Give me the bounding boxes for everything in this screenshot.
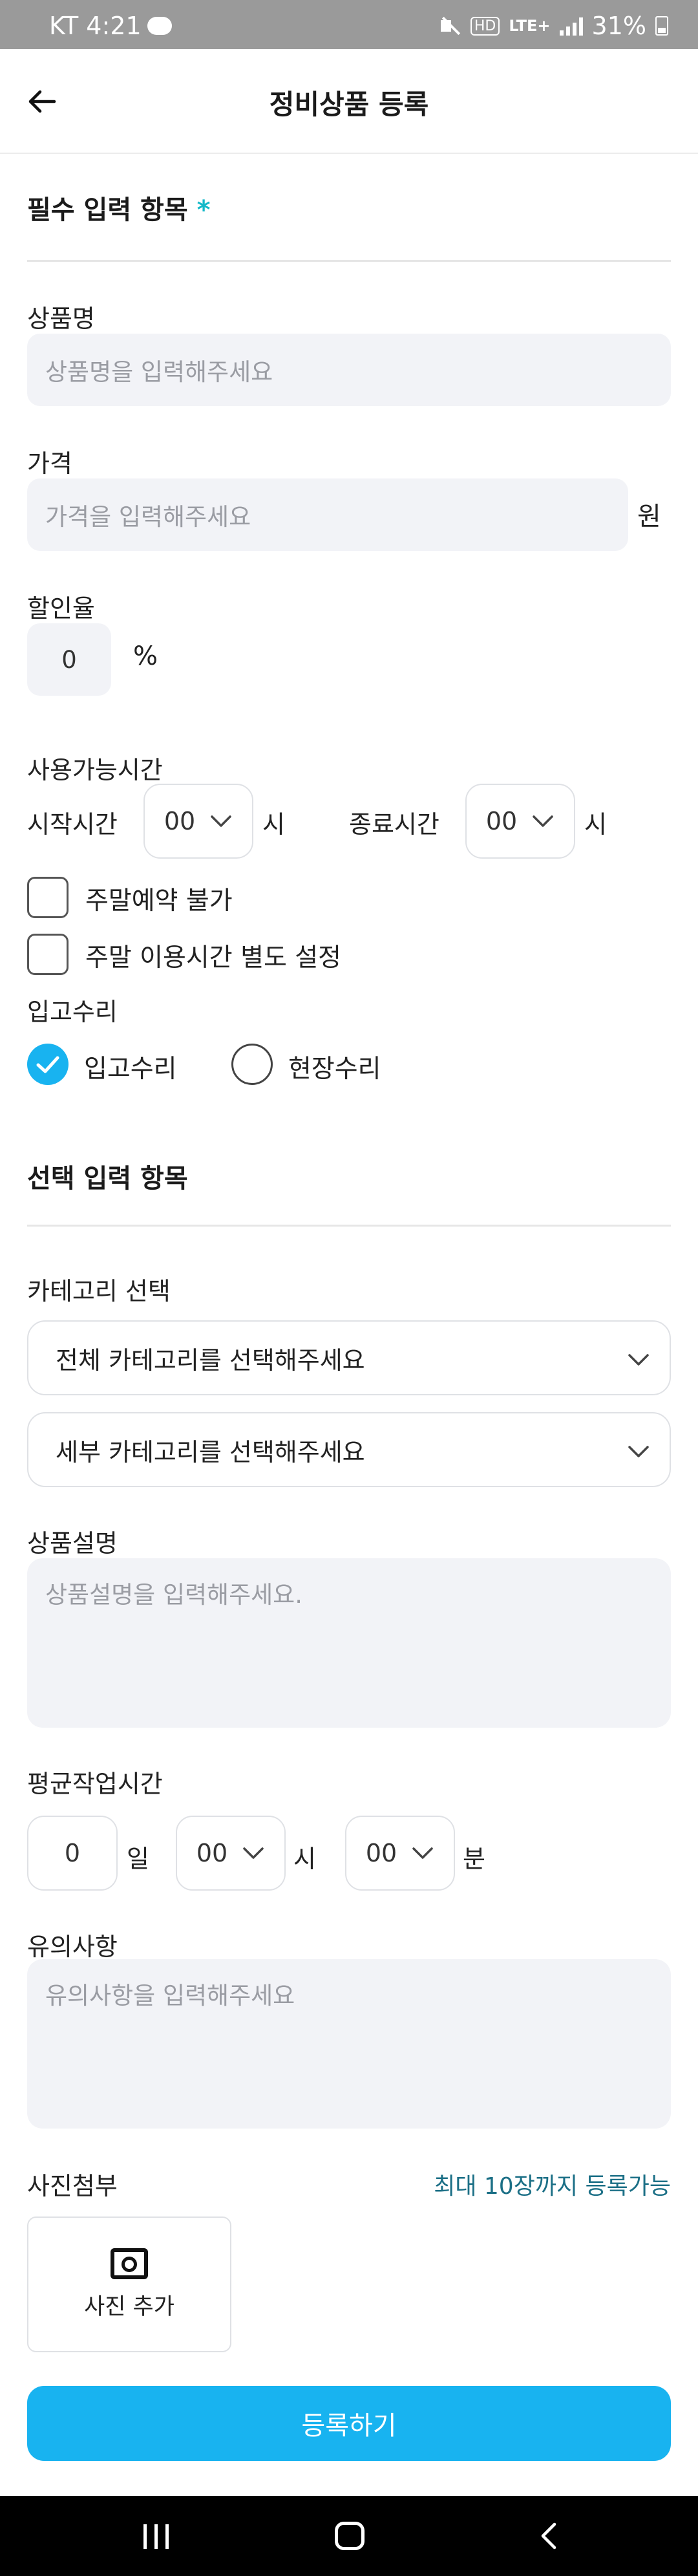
status-carrier-time: KT 4:21 (49, 12, 142, 40)
end-time-select[interactable]: 00 (465, 784, 575, 859)
start-time-unit: 시 (262, 810, 285, 839)
work-hours-select[interactable]: 00 (176, 1816, 286, 1891)
product-name-input[interactable]: 상품명을 입력해주세요 (27, 334, 671, 406)
add-photo-label: 사진 추가 (84, 2293, 174, 2320)
chevron-down-icon (412, 1847, 433, 1859)
divider (27, 1225, 671, 1227)
work-time-label: 평균작업시간 (27, 1770, 163, 1798)
weekend-hours-checkbox[interactable] (27, 934, 69, 975)
optional-section-title: 선택 입력 항목 (27, 1164, 188, 1194)
check-icon (36, 1056, 59, 1073)
camera-icon (111, 2248, 148, 2279)
radio-onsite-repair[interactable] (231, 1044, 273, 1085)
product-name-label: 상품명 (27, 305, 95, 333)
price-input[interactable]: 가격을 입력해주세요 (27, 478, 628, 551)
weekend-hours-label: 주말 이용시간 별도 설정 (85, 943, 341, 972)
lte-icon: LTE+ (509, 17, 551, 35)
mute-icon (439, 15, 461, 37)
radio-shop-repair-label: 입고수리 (84, 1055, 177, 1084)
description-label: 상품설명 (27, 1529, 118, 1558)
discount-unit: % (133, 641, 158, 671)
category-label: 카테고리 선택 (27, 1277, 171, 1305)
sub-category-select[interactable]: 세부 카테고리를 선택해주세요 (27, 1412, 671, 1487)
submit-button[interactable]: 등록하기 (27, 2386, 671, 2461)
battery-icon (655, 16, 668, 36)
work-minutes-select[interactable]: 00 (345, 1816, 455, 1891)
battery-percent: 31% (591, 12, 646, 40)
discount-label: 할인율 (27, 594, 95, 623)
chevron-down-icon (243, 1847, 264, 1859)
home-icon[interactable] (335, 2522, 365, 2550)
add-photo-button[interactable]: 사진 추가 (27, 2216, 231, 2352)
chevron-down-icon (628, 1354, 649, 1366)
price-unit: 원 (637, 502, 661, 531)
available-hours-label: 사용가능시간 (27, 756, 163, 784)
description-textarea[interactable]: 상품설명을 입력해주세요. (27, 1558, 671, 1728)
chat-notification-icon (147, 17, 172, 35)
chevron-down-icon (211, 815, 231, 827)
price-label: 가격 (27, 449, 72, 478)
recent-apps-icon[interactable] (143, 2524, 169, 2549)
start-time-label: 시작시간 (27, 810, 118, 839)
radio-onsite-repair-label: 현장수리 (288, 1055, 381, 1084)
weekend-reservation-label: 주말예약 불가 (85, 886, 233, 916)
discount-input[interactable]: 0 (27, 623, 111, 696)
system-nav-bar (0, 2496, 698, 2576)
end-time-label: 종료시간 (349, 810, 439, 839)
required-mark: * (196, 195, 211, 225)
end-time-unit: 시 (584, 810, 607, 839)
work-minutes-unit: 분 (463, 1845, 485, 1873)
work-days-unit: 일 (127, 1845, 149, 1873)
work-days-input[interactable]: 0 (27, 1816, 118, 1891)
required-section-title: 필수 입력 항목 * (27, 195, 211, 225)
chevron-down-icon (628, 1446, 649, 1457)
main-category-select[interactable]: 전체 카테고리를 선택해주세요 (27, 1320, 671, 1395)
divider (27, 260, 671, 262)
chevron-down-icon (533, 815, 553, 827)
photo-limit-text: 최대 10장까지 등록가능 (434, 2173, 671, 2200)
app-bar: 정비상품 등록 (0, 49, 698, 154)
radio-shop-repair[interactable] (27, 1044, 69, 1085)
nav-back-icon[interactable] (536, 2522, 562, 2550)
photo-attach-label: 사진첨부 (27, 2172, 118, 2200)
repair-type-label: 입고수리 (27, 998, 118, 1026)
notes-textarea[interactable]: 유의사항을 입력해주세요 (27, 1959, 671, 2129)
signal-icon (559, 16, 583, 36)
work-hours-unit: 시 (293, 1845, 316, 1873)
start-time-select[interactable]: 00 (143, 784, 253, 859)
weekend-reservation-checkbox[interactable] (27, 877, 69, 918)
page-title: 정비상품 등록 (269, 89, 429, 120)
hd-voice-icon: HD (470, 16, 500, 36)
status-bar: KT 4:21 HD LTE+ 31% (0, 0, 698, 49)
notes-label: 유의사항 (27, 1933, 118, 1961)
